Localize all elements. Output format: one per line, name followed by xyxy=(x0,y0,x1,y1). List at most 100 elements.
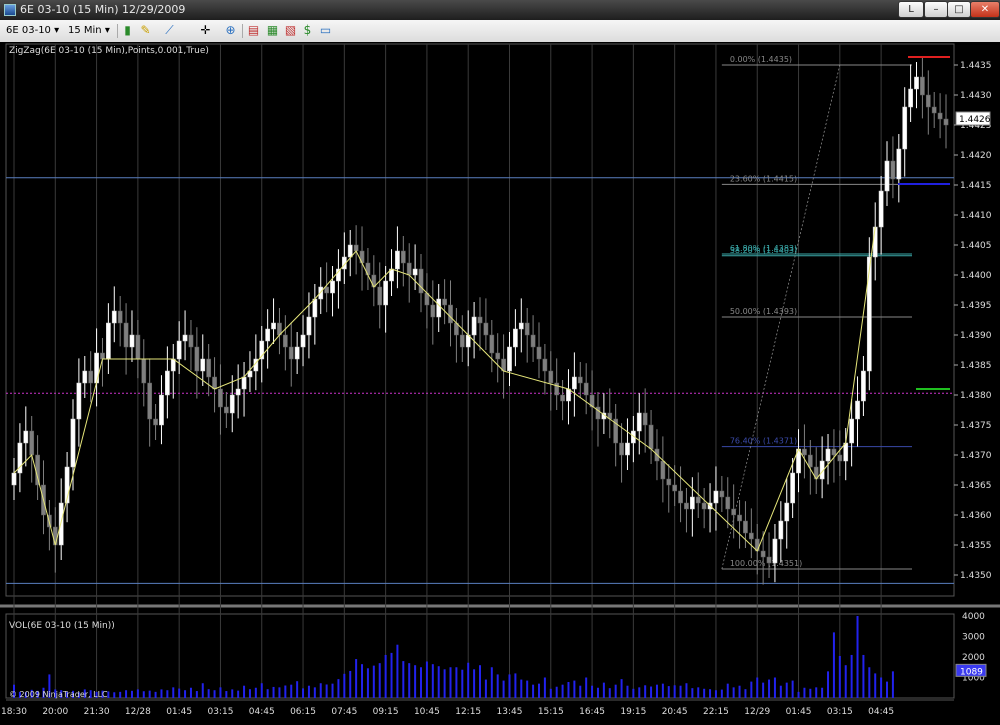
candle-body xyxy=(725,496,731,510)
candle-body xyxy=(937,112,943,120)
candle-body xyxy=(330,280,335,294)
volume-tick-label: 4000 xyxy=(962,612,985,622)
candle-body xyxy=(241,376,247,390)
time-tick-label: 16:45 xyxy=(579,707,605,717)
candle-body xyxy=(448,304,453,324)
price-tick-label: 1.4415 xyxy=(960,181,992,191)
candle-body xyxy=(536,346,542,360)
toolbar-separator xyxy=(117,24,118,38)
candle-body xyxy=(695,496,701,504)
candle-body xyxy=(135,334,141,360)
time-tick-label: 12/29 xyxy=(744,707,770,717)
candle-body xyxy=(377,286,383,306)
candle-body xyxy=(52,526,58,546)
candle-body xyxy=(176,340,182,360)
candle-body xyxy=(336,268,341,282)
candlestick-icon[interactable]: ▮ xyxy=(120,23,135,38)
candle-body xyxy=(353,244,359,252)
candle-body xyxy=(689,496,695,510)
candle-body xyxy=(666,478,672,486)
dollar-icon[interactable]: $ xyxy=(300,23,315,38)
candle-body xyxy=(855,400,860,420)
candle-body xyxy=(513,328,518,348)
minimize-button[interactable]: – xyxy=(924,1,948,18)
candle-body xyxy=(908,88,913,108)
candle-body xyxy=(766,556,772,564)
candle-body xyxy=(218,388,223,408)
candle-body xyxy=(29,430,35,456)
candle-body xyxy=(182,334,188,342)
pencil-icon[interactable]: ✎ xyxy=(138,23,153,38)
candle-body xyxy=(282,334,288,348)
strategy-icon[interactable]: ▤ xyxy=(246,23,261,38)
candle-body xyxy=(902,106,908,150)
candle-body xyxy=(943,118,949,126)
candle-body xyxy=(400,250,406,264)
price-tick-label: 1.4430 xyxy=(960,91,992,101)
candle-body xyxy=(560,394,565,402)
candle-body xyxy=(23,430,29,444)
price-tick-label: 1.4435 xyxy=(960,61,992,71)
candle-body xyxy=(294,346,300,360)
candle-body xyxy=(229,394,235,414)
time-tick-label: 01:45 xyxy=(786,707,812,717)
candle-body xyxy=(507,346,512,372)
time-tick-label: 22:15 xyxy=(703,707,729,717)
candle-body xyxy=(619,442,624,456)
candle-body xyxy=(347,244,353,258)
price-tick-label: 1.4365 xyxy=(960,481,992,491)
candle-body xyxy=(106,322,111,360)
draw-tools-icon[interactable]: ⟋ xyxy=(162,23,177,38)
candle-body xyxy=(58,502,64,546)
chart-trader-icon[interactable]: ▧ xyxy=(283,23,298,38)
volume-tick-label: 3000 xyxy=(962,633,985,643)
zoom-icon[interactable]: ⊕ xyxy=(223,23,238,38)
instrument-selector[interactable]: 6E 03-10 ▾ xyxy=(6,23,62,38)
crosshair-icon[interactable]: ✛ xyxy=(198,23,213,38)
candle-body xyxy=(866,256,872,372)
candle-body xyxy=(82,370,88,384)
candle-body xyxy=(442,298,447,306)
candle-body xyxy=(872,226,878,258)
candle-body xyxy=(648,424,654,450)
candle-body xyxy=(165,370,170,396)
interval-selector[interactable]: 15 Min ▾ xyxy=(68,23,114,38)
properties-icon[interactable]: ▭ xyxy=(318,23,333,38)
candle-body xyxy=(577,376,583,384)
candle-body xyxy=(636,412,642,432)
candle-body xyxy=(170,358,176,372)
price-tick-label: 1.4355 xyxy=(960,541,992,551)
candle-body xyxy=(719,490,725,498)
volume-label: VOL(6E 03-10 (15 Min)) xyxy=(9,621,115,631)
candle-body xyxy=(572,376,577,390)
data-box-icon[interactable]: ▦ xyxy=(265,23,280,38)
time-tick-label: 07:45 xyxy=(331,707,357,717)
candle-body xyxy=(807,454,813,468)
app-icon xyxy=(4,4,16,16)
fib-level-label: 61.80% (1.4383) xyxy=(730,244,797,253)
candle-body xyxy=(583,382,589,396)
candle-body xyxy=(495,352,501,360)
candle-body xyxy=(737,514,742,522)
candle-body xyxy=(111,310,117,324)
price-tick-label: 1.4350 xyxy=(960,571,992,581)
candle-body xyxy=(123,322,129,348)
title-bar: 6E 03-10 (15 Min) 12/29/2009 L – □ ✕ xyxy=(0,0,1000,20)
fib-level-label: 76.40% (1.4371) xyxy=(730,437,797,446)
last-price-label: 1.4426 xyxy=(959,115,991,125)
chart-area[interactable]: 0.00% (1.4435)23.60% (1.4415)38.20% (1.4… xyxy=(0,42,1000,725)
candle-body xyxy=(778,520,784,540)
candle-body xyxy=(548,370,554,384)
candle-body xyxy=(312,298,318,318)
candle-body xyxy=(141,358,147,384)
candle-body xyxy=(288,346,294,360)
candle-body xyxy=(920,76,925,96)
maximize-button[interactable]: □ xyxy=(947,1,971,18)
link-button[interactable]: L xyxy=(898,1,924,18)
time-tick-label: 20:45 xyxy=(662,707,688,717)
candle-body xyxy=(194,346,200,372)
time-tick-label: 01:45 xyxy=(166,707,192,717)
candle-body xyxy=(802,448,807,456)
close-button[interactable]: ✕ xyxy=(970,1,1000,18)
candle-body xyxy=(931,106,937,114)
